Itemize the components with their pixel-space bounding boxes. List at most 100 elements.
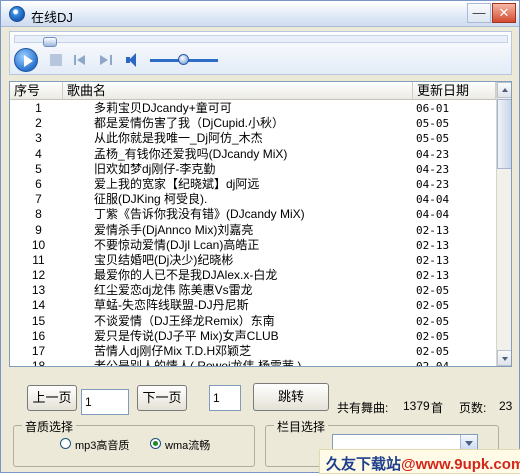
song-number: 2 (35, 116, 42, 131)
song-name: 从此你就是我唯一_Dj阿仿_木杰 (94, 131, 263, 146)
scroll-down-icon[interactable] (497, 350, 511, 366)
page-count-label: 页数: (459, 401, 487, 415)
next-page-button[interactable]: 下一页 (137, 385, 187, 411)
prev-page-button[interactable]: 上一页 (27, 385, 77, 411)
song-date: 04-04 (416, 208, 450, 222)
title-bar: 在线DJ — ✕ (1, 1, 519, 27)
watermark-text: 久友下载站@www.9upk.com (326, 456, 520, 473)
song-name: 爱只是传说(DJ子平 Mix)女声CLUB (94, 328, 279, 343)
table-row[interactable]: 15 不谈爱情（DJ王绎龙Remix）东南 02-05 (10, 314, 496, 329)
table-row[interactable]: 13 红尘爱恋dj龙伟 陈美惠Vs雷龙 02-05 (10, 283, 496, 298)
volume-icon[interactable] (126, 53, 142, 67)
song-name: 宝贝结婚吧(Dj决少)纪晓彬 (94, 252, 234, 267)
scroll-up-icon[interactable] (497, 82, 511, 98)
table-row[interactable]: 5 旧欢如梦dj刚仔-李克勤 04-23 (10, 162, 496, 177)
song-date: 04-23 (416, 147, 450, 161)
song-name: 红尘爱恋dj龙伟 陈美惠Vs雷龙 (94, 283, 253, 298)
song-number: 16 (31, 328, 46, 343)
song-number: 9 (35, 222, 42, 237)
jump-page-input[interactable]: 1 (209, 385, 241, 411)
mp3-quality-label: mp3高音质 (75, 440, 130, 452)
song-name: 不谈爱情（DJ王绎龙Remix）东南 (94, 313, 275, 328)
song-number: 18 (31, 359, 46, 367)
song-date: 05-05 (416, 117, 450, 131)
song-number: 6 (35, 176, 42, 191)
song-date: 05-05 (416, 132, 450, 146)
song-number: 3 (35, 131, 42, 146)
song-name: 征服(DJKing 柯受良). (94, 192, 208, 207)
song-date: 02-05 (416, 345, 450, 358)
table-row[interactable]: 4 孟杨_有钱你还爱我吗(DJcandy MiX) 04-23 (10, 147, 496, 162)
radio-dot-selected[interactable] (150, 438, 161, 449)
list-scrollbar[interactable] (496, 82, 511, 366)
song-number: 15 (31, 313, 46, 328)
app-window: 在线DJ — ✕ 序号 歌曲名 更新日期 1 多莉宝贝DJcandy+童可可 06-… (0, 0, 520, 474)
volume-slider-thumb[interactable] (178, 54, 189, 65)
table-row[interactable]: 1 多莉宝贝DJcandy+童可可 06-01 (10, 101, 496, 116)
table-row[interactable]: 8 丁紫《告诉你我没有错》(DJcandy MiX) 04-04 (10, 207, 496, 222)
quality-group: 音质选择 mp3高音质 wma流畅 (13, 418, 255, 467)
column-header-date[interactable]: 更新日期 (413, 82, 496, 100)
page-count-value: 23 (499, 399, 513, 413)
song-name: 最爱你的人已不是我DJAlex.x-白龙 (94, 268, 278, 283)
song-number: 13 (31, 283, 46, 298)
scroll-thumb[interactable] (497, 99, 511, 169)
total-songs-label: 共有舞曲: (337, 401, 389, 415)
song-list-header: 序号 歌曲名 更新日期 (10, 82, 496, 100)
close-button[interactable]: ✕ (492, 3, 516, 23)
song-date: 02-05 (416, 299, 450, 313)
table-row[interactable]: 7 征服(DJKing 柯受良). 04-04 (10, 192, 496, 207)
table-row[interactable]: 17 苦情人dj刚仔Mix T.D.H邓颖芝 02-05 (10, 344, 496, 359)
song-list: 序号 歌曲名 更新日期 1 多莉宝贝DJcandy+童可可 06-01 2 都是爱情伤害… (9, 81, 512, 367)
window-title: 在线DJ (31, 10, 73, 25)
song-name: 多莉宝贝DJcandy+童可可 (94, 101, 232, 115)
app-disc-icon (9, 6, 25, 22)
table-row[interactable]: 16 爱只是传说(DJ子平 Mix)女声CLUB 02-05 (10, 329, 496, 344)
song-rows: 1 多莉宝贝DJcandy+童可可 06-01 2 都是爱情伤害了我（DjCupid.小… (10, 101, 496, 367)
song-name: 不要惊动爱情(DJjl Lcan)高皓正 (94, 237, 260, 252)
song-date: 04-23 (416, 162, 450, 176)
table-row[interactable]: 6 爱上我的宽家【纪晓斌】dj阿远 04-23 (10, 177, 496, 192)
song-name: 都是爱情伤害了我（DjCupid.小秋） (94, 116, 285, 131)
media-player (9, 31, 512, 75)
seek-bar[interactable] (14, 35, 508, 47)
song-date: 02-05 (416, 314, 450, 328)
song-name: 老公是别人的情人( Rowei龙伟 杨雪茜 ) (94, 359, 302, 367)
song-number: 12 (31, 268, 46, 283)
song-date: 02-04 (416, 360, 450, 367)
radio-dot[interactable] (60, 438, 71, 449)
previous-icon[interactable] (74, 54, 86, 66)
minimize-button[interactable]: — (467, 3, 491, 23)
table-row[interactable]: 14 草蜢-失恋阵线联盟-DJ丹尼斯 02-05 (10, 298, 496, 313)
song-number: 5 (35, 161, 42, 176)
song-number: 7 (35, 192, 42, 207)
song-number: 17 (31, 344, 46, 358)
page-input[interactable]: 1 (81, 389, 129, 415)
table-row[interactable]: 2 都是爱情伤害了我（DjCupid.小秋） 05-05 (10, 116, 496, 131)
song-number: 14 (31, 298, 46, 313)
total-songs-unit: 首 (431, 401, 444, 415)
total-songs-value: 1379 (403, 399, 430, 413)
table-row[interactable]: 11 宝贝结婚吧(Dj决少)纪晓彬 02-13 (10, 253, 496, 268)
jump-button[interactable]: 跳转 (253, 383, 329, 411)
column-header-number[interactable]: 序号 (10, 82, 63, 100)
song-number: 10 (31, 237, 46, 252)
song-number: 4 (35, 146, 42, 161)
play-icon[interactable] (14, 48, 38, 72)
song-date: 02-13 (416, 238, 450, 252)
song-name: 丁紫《告诉你我没有错》(DJcandy MiX) (94, 207, 305, 222)
song-date: 02-05 (416, 329, 450, 343)
song-date: 04-04 (416, 193, 450, 207)
table-row[interactable]: 3 从此你就是我唯一_Dj阿仿_木杰 05-05 (10, 131, 496, 146)
song-date: 02-13 (416, 269, 450, 283)
table-row[interactable]: 12 最爱你的人已不是我DJAlex.x-白龙 02-13 (10, 268, 496, 283)
next-icon[interactable] (100, 54, 112, 66)
table-row[interactable]: 9 爱情杀手(DjAnnco Mix)刘嘉亮 02-13 (10, 223, 496, 238)
song-date: 04-23 (416, 177, 450, 191)
column-header-name[interactable]: 歌曲名 (63, 82, 413, 100)
stop-icon[interactable] (50, 54, 62, 66)
seek-thumb[interactable] (43, 37, 57, 47)
wma-quality-label: wma流畅 (165, 440, 211, 452)
table-row[interactable]: 18 老公是别人的情人( Rowei龙伟 杨雪茜 ) 02-04 (10, 359, 496, 367)
table-row[interactable]: 10 不要惊动爱情(DJjl Lcan)高皓正 02-13 (10, 238, 496, 253)
